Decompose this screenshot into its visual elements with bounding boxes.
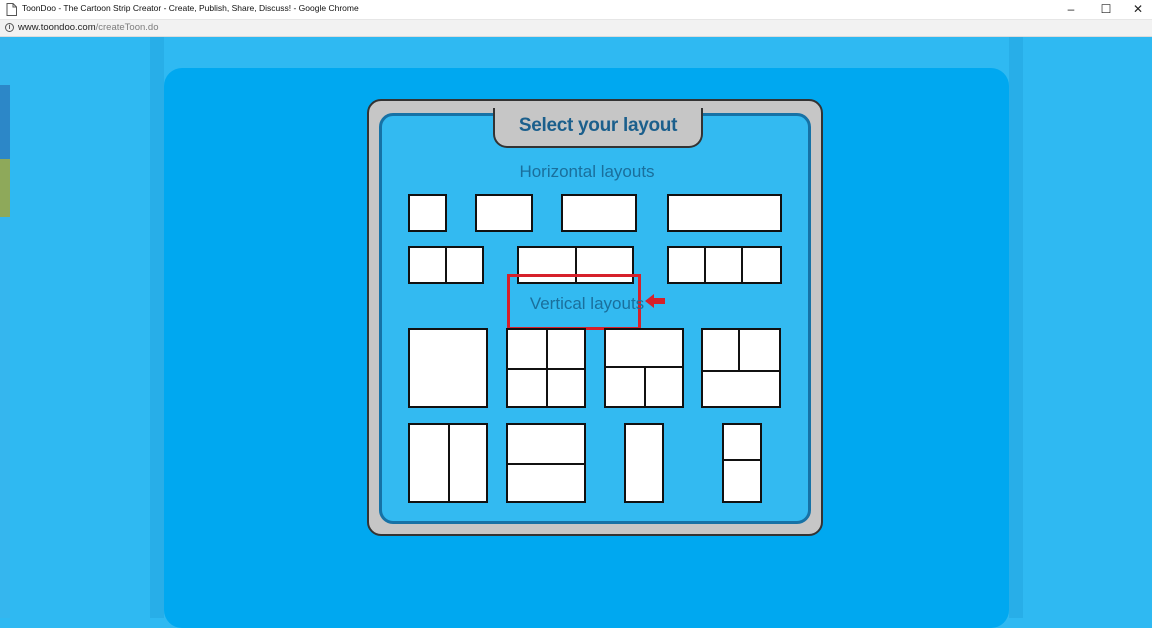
dialog-title-tab-cover: [495, 101, 701, 113]
layout-horizontal-1-panel-square[interactable]: [408, 194, 447, 232]
dialog-title: Select your layout: [518, 115, 678, 136]
url-text[interactable]: www.toondoo.com/createToon.do: [18, 22, 158, 33]
layout-horizontal-1-panel-small-wide[interactable]: [475, 194, 533, 232]
layout-vertical-1-panel-square[interactable]: [408, 328, 488, 408]
layout-horizontal-1-panel-wide[interactable]: [561, 194, 637, 232]
url-path: /createToon.do: [95, 22, 159, 33]
layout-vertical-1-top-2-bottom[interactable]: [604, 328, 684, 408]
layout-vertical-2-top-1-bottom[interactable]: [701, 328, 781, 408]
page-column-right: [1009, 37, 1023, 618]
layout-vertical-1-panel-tall[interactable]: [624, 423, 664, 503]
vertical-layouts-label: Vertical layouts: [529, 294, 645, 313]
layout-dialog: Select your layout Horizontal layouts Ve…: [367, 99, 823, 536]
horizontal-layouts-label: Horizontal layouts: [519, 162, 655, 181]
page-column-left: [150, 37, 164, 618]
layout-vertical-2-panel-tall[interactable]: [722, 423, 762, 503]
info-icon[interactable]: i: [5, 23, 14, 32]
address-bar[interactable]: i www.toondoo.com/createToon.do: [0, 20, 1152, 37]
layout-vertical-4-panel-grid[interactable]: [506, 328, 586, 408]
window-title: ToonDoo - The Cartoon Strip Creator - Cr…: [22, 3, 359, 13]
layout-vertical-2-column[interactable]: [408, 423, 488, 503]
layout-vertical-2-row[interactable]: [506, 423, 586, 503]
left-edge-image-top: [0, 85, 10, 159]
minimize-button[interactable]: –: [1056, 0, 1086, 19]
title-bar: ToonDoo - The Cartoon Strip Creator - Cr…: [0, 0, 1152, 20]
left-edge-image-bottom: [0, 159, 10, 217]
layout-horizontal-2-panel[interactable]: [408, 246, 484, 284]
url-host: www.toondoo.com: [18, 22, 96, 33]
maximize-button[interactable]: ☐: [1091, 0, 1121, 19]
close-button[interactable]: ✕: [1123, 0, 1152, 19]
layout-horizontal-1-panel-extra-wide[interactable]: [667, 194, 782, 232]
document-icon: [6, 3, 17, 16]
layout-horizontal-3-panel[interactable]: [667, 246, 782, 284]
